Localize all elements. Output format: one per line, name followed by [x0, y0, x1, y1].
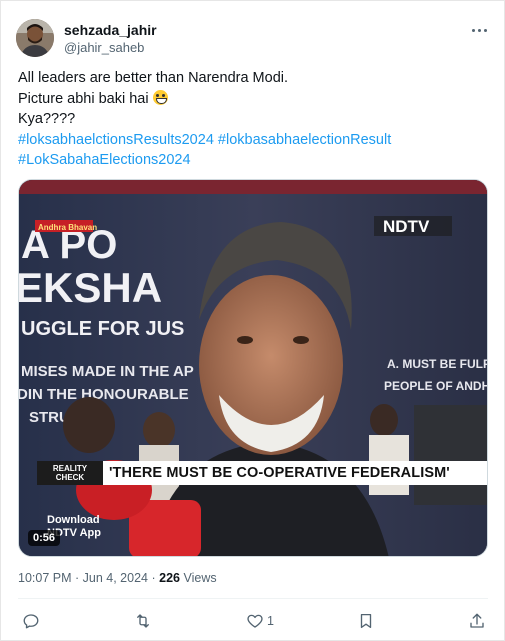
retweet-button[interactable]	[133, 611, 153, 631]
author-handle[interactable]: @jahir_saheb	[64, 39, 157, 56]
ndtv-logo: NDTV	[383, 217, 430, 236]
tweet-line-2: Picture abhi baki hai	[18, 89, 488, 110]
reply-icon	[23, 614, 39, 629]
hashtag-link[interactable]: #lokbasabhaelectionResult	[218, 132, 391, 148]
download-line-1: Download	[47, 514, 100, 526]
views-count[interactable]: 226	[159, 571, 180, 585]
hashtag-link[interactable]: #LokSabahaElections2024	[18, 152, 191, 168]
tweet-meta: 10:07 PM · Jun 4, 2024 · 226 Views	[18, 571, 217, 585]
tweet-line-1: All leaders are better than Narendra Mod…	[18, 70, 289, 86]
video-frame: A PO EKSHA UGGLE FOR JUS MISES MADE IN T…	[19, 180, 488, 556]
banner-text-4: MISES MADE IN THE AP	[21, 363, 194, 380]
reply-button[interactable]	[22, 611, 40, 631]
views-label[interactable]: Views	[183, 571, 216, 585]
video-player[interactable]: A PO EKSHA UGGLE FOR JUS MISES MADE IN T…	[18, 179, 488, 557]
badge-line-1: REALITY	[52, 464, 88, 473]
news-ticker: REALITY CHECK 'THERE MUST BE CO-OPERATIV…	[37, 461, 487, 485]
avatar-image	[16, 19, 54, 57]
tweet-card: sehzada_jahir @jahir_saheb All leaders a…	[0, 0, 505, 641]
tweet-date[interactable]: Jun 4, 2024	[83, 571, 148, 585]
author-names: sehzada_jahir @jahir_saheb	[64, 21, 157, 56]
more-options-icon[interactable]	[469, 23, 489, 37]
tweet-time[interactable]: 10:07 PM	[18, 571, 72, 585]
tweet-header: sehzada_jahir @jahir_saheb	[16, 19, 491, 59]
tweet-line-3: Kya????	[18, 111, 76, 127]
hashtag-link[interactable]: #loksabhaelctionsResults2024	[18, 132, 214, 148]
grinning-face-emoji-icon	[152, 89, 168, 105]
banner-text-right-2: PEOPLE OF ANDHRA	[384, 379, 488, 393]
reality-check-badge: REALITY CHECK	[37, 461, 103, 485]
video-duration: 0:56	[28, 530, 61, 546]
ticker-headline: 'THERE MUST BE CO-OPERATIVE FEDERALISM'	[109, 465, 450, 481]
retweet-icon	[137, 614, 149, 628]
share-icon	[470, 613, 484, 628]
banner-text-5: DIN THE HONOURABLE	[19, 386, 189, 403]
badge-line-2: CHECK	[55, 473, 85, 482]
tweet-line-2-text: Picture abhi baki hai	[18, 90, 149, 107]
location-label: Andhra Bhavan	[38, 223, 97, 232]
share-button[interactable]	[468, 611, 486, 631]
divider	[18, 598, 488, 599]
bookmark-button[interactable]	[357, 611, 375, 631]
bookmark-icon	[360, 613, 372, 629]
hashtag-line: #LokSabahaElections2024	[18, 150, 488, 171]
author-display-name[interactable]: sehzada_jahir	[64, 21, 157, 39]
like-button[interactable]: 1	[246, 611, 274, 631]
like-count: 1	[267, 614, 274, 628]
meta-separator: ·	[151, 571, 156, 585]
tweet-text: All leaders are better than Narendra Mod…	[18, 68, 488, 171]
heart-icon	[247, 614, 263, 628]
banner-text-2: EKSHA	[19, 264, 162, 311]
banner-text-right-1: A. MUST BE FULFI	[387, 357, 488, 371]
hashtag-line: #loksabhaelctionsResults2024 #lokbasabha…	[18, 130, 488, 151]
action-bar: 1	[18, 607, 488, 635]
profile-avatar[interactable]	[16, 19, 54, 57]
meta-separator: ·	[75, 571, 80, 585]
banner-text-3: UGGLE FOR JUS	[21, 318, 184, 340]
